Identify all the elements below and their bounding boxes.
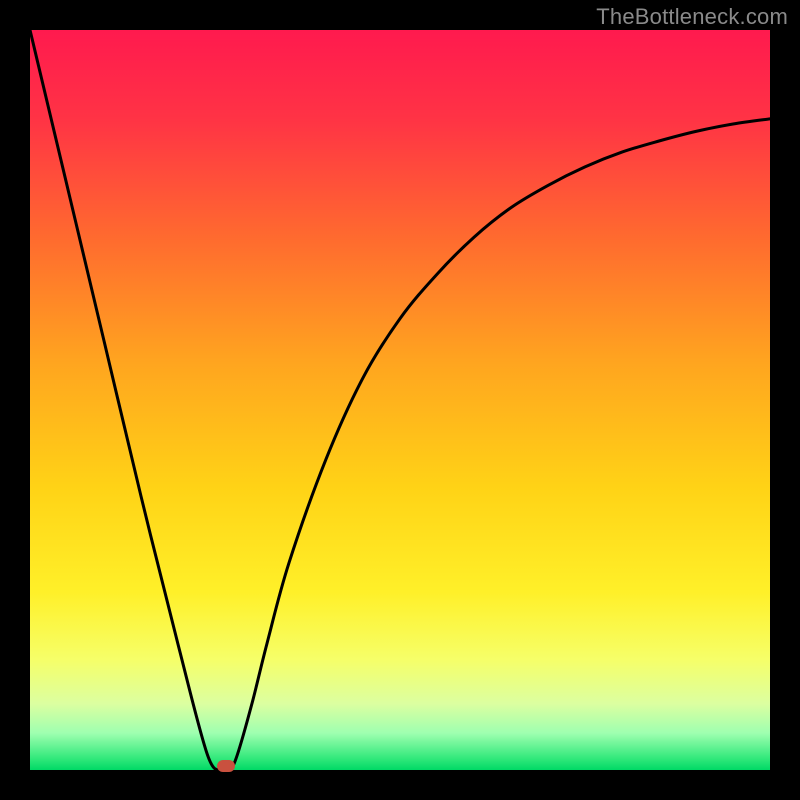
plot-area <box>30 30 770 770</box>
chart-frame: { "watermark": "TheBottleneck.com", "cha… <box>0 0 800 800</box>
bottleneck-curve <box>30 30 770 770</box>
optimum-marker <box>217 760 235 772</box>
watermark-text: TheBottleneck.com <box>596 4 788 30</box>
curve-layer <box>30 30 770 770</box>
